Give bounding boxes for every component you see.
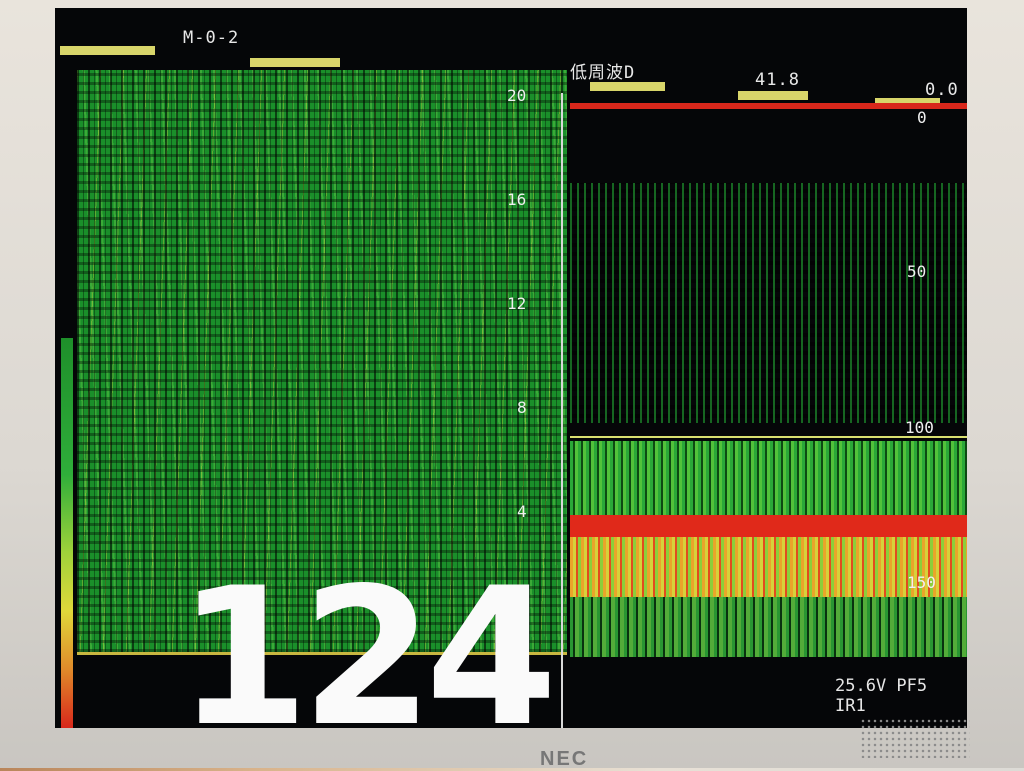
echogram-panel <box>570 103 967 728</box>
right-scale-tick: 50 <box>907 262 927 281</box>
header-value: 41.8 <box>755 70 800 90</box>
right-scale-tick: 150 <box>907 573 936 592</box>
bottom-echo-band <box>570 515 967 537</box>
status-readout: 25.6V PF5 IR1 <box>835 676 928 716</box>
header-value-right: 0.0 <box>925 80 959 100</box>
left-scale-tick: 20 <box>507 86 527 105</box>
range-marker <box>738 91 808 100</box>
transmission-line <box>570 103 967 109</box>
range-marker <box>590 82 665 91</box>
depth-value: 124 <box>177 547 558 729</box>
echo-band <box>570 183 967 423</box>
echo-band <box>570 597 967 657</box>
depth-scale-line <box>561 93 563 728</box>
echo-band <box>570 441 967 521</box>
left-scale-tick: 4 <box>517 502 527 521</box>
frequency-label: 低周波D <box>570 63 636 83</box>
color-scale-bar <box>61 338 73 728</box>
mode-label: M-0-2 <box>183 28 240 48</box>
range-marker <box>250 58 340 67</box>
range-marker <box>60 46 155 55</box>
speaker-grille <box>860 718 970 758</box>
left-scale-tick: 16 <box>507 190 527 209</box>
left-scale-tick: 8 <box>517 398 527 417</box>
left-scale-tick: 12 <box>507 294 527 313</box>
right-scale-tick: 100 <box>905 418 934 437</box>
right-scale-tick: 0 <box>917 108 927 127</box>
sonar-screen: M-0-2 低周波D 41.8 0.0 20 16 12 8 4 0 0 50 … <box>55 8 967 728</box>
